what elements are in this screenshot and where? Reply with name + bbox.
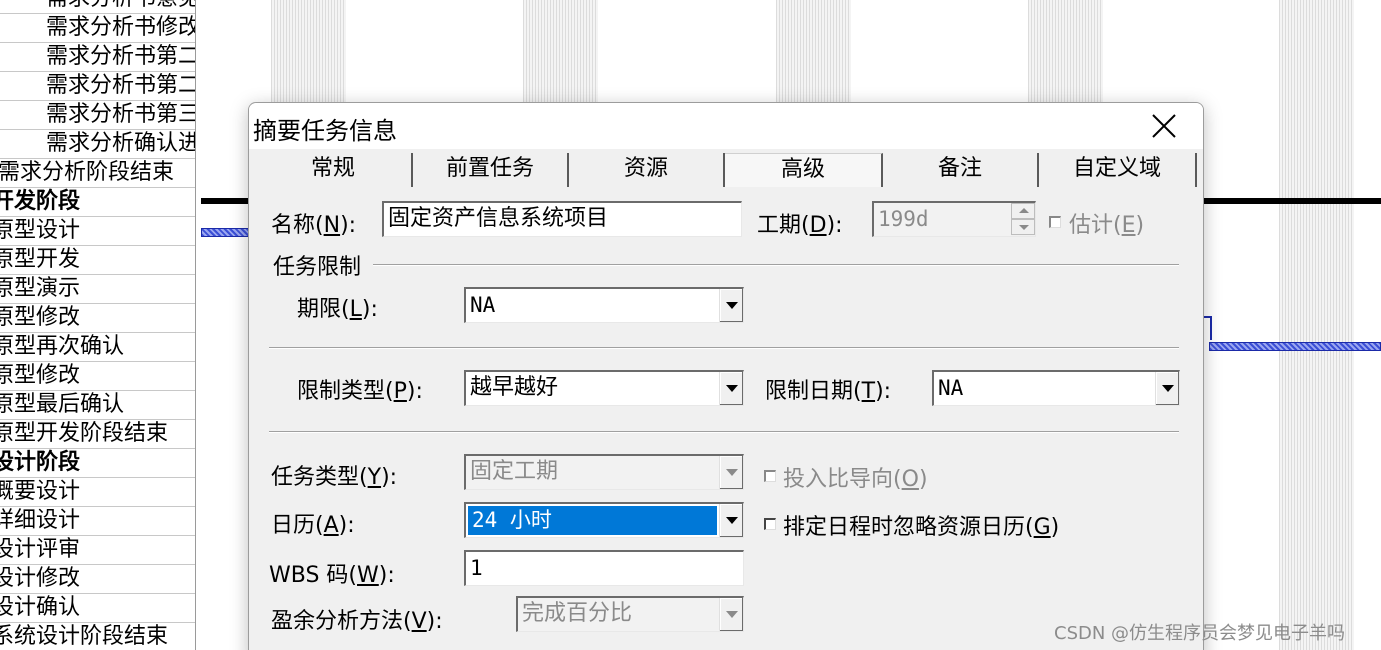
task-row[interactable]: 需求分析书意见 [0, 0, 195, 14]
task-row[interactable]: 需求分析书第二 [0, 72, 195, 101]
task-row[interactable]: 需求分析书第二 [0, 43, 195, 72]
task-row[interactable]: 设计评审 [0, 536, 195, 565]
task-type-label: 任务类型(Y): [271, 465, 398, 490]
deadline-label: 期限(L): [297, 297, 378, 322]
task-row[interactable]: 原型演示 [0, 275, 195, 304]
wbs-code-input[interactable]: 1 [464, 550, 744, 586]
ignore-resource-calendar-label: 排定日程时忽略资源日历(G) [783, 515, 1060, 540]
chevron-down-icon[interactable] [719, 289, 743, 322]
chevron-down-icon[interactable] [719, 504, 743, 537]
gantt-task-bar[interactable] [1209, 342, 1381, 351]
tab-custom-fields[interactable]: 自定义域 [1039, 153, 1197, 187]
estimated-label: 估计(E) [1069, 213, 1145, 238]
task-row[interactable]: 原型修改 [0, 362, 195, 391]
task-row[interactable]: 原型设计 [0, 217, 195, 246]
name-label: 名称(N): [271, 213, 357, 238]
calendar-label: 日历(A): [271, 513, 355, 538]
spin-up-icon[interactable] [1011, 203, 1035, 219]
duration-label: 工期(D): [757, 213, 843, 238]
deadline-combo[interactable]: NA [464, 287, 744, 323]
task-row[interactable]: 需求分析书修改 [0, 14, 195, 43]
task-constraints-group-label: 任务限制 [273, 255, 362, 280]
tab-predecessors[interactable]: 前置任务 [413, 153, 569, 187]
task-row[interactable]: 设计确认 [0, 594, 195, 623]
task-row[interactable]: 需求分析确认进 [0, 130, 195, 159]
gantt-nonworking-stripe [1279, 0, 1354, 650]
ignore-resource-calendar-checkbox[interactable] [764, 518, 776, 530]
chevron-down-icon[interactable] [719, 456, 743, 489]
tab-advanced[interactable]: 高级 [725, 153, 883, 187]
effort-driven-checkbox[interactable] [764, 470, 776, 482]
task-name-column: 需求分析书意见需求分析书修改需求分析书第二需求分析书第二需求分析书第三需求分析确… [0, 0, 196, 650]
app-root: 需求分析书意见需求分析书修改需求分析书第二需求分析书第二需求分析书第三需求分析确… [0, 0, 1381, 650]
chevron-down-icon[interactable] [719, 372, 743, 405]
duration-spin-buttons[interactable] [1011, 203, 1035, 236]
divider [269, 431, 1179, 433]
name-input[interactable]: 固定资产信息系统项目 [382, 201, 742, 237]
chevron-down-icon[interactable] [719, 598, 743, 631]
task-row[interactable]: 原型最后确认 [0, 391, 195, 420]
task-row[interactable]: 开发阶段 [0, 188, 195, 217]
task-row[interactable]: 设计修改 [0, 565, 195, 594]
earned-value-method-combo[interactable]: 完成百分比 [516, 596, 744, 632]
constraint-date-label: 限制日期(T): [765, 379, 892, 404]
tab-general[interactable]: 常规 [255, 153, 413, 187]
chevron-down-icon[interactable] [1155, 372, 1179, 405]
task-row[interactable]: 原型开发 [0, 246, 195, 275]
effort-driven-label: 投入比导向(O) [783, 467, 928, 492]
task-row[interactable]: 原型开发阶段结束 [0, 420, 195, 449]
task-type-combo[interactable]: 固定工期 [464, 454, 744, 490]
close-button[interactable] [1141, 109, 1185, 143]
divider [269, 347, 1179, 349]
estimated-checkbox[interactable] [1049, 216, 1061, 228]
gantt-task-bar[interactable] [201, 228, 251, 237]
constraint-type-combo[interactable]: 越早越好 [464, 370, 744, 406]
duration-spinner[interactable]: 199d [872, 201, 1036, 237]
task-row[interactable]: 设计阶段 [0, 449, 195, 478]
task-row[interactable]: 概要设计 [0, 478, 195, 507]
wbs-code-label: WBS 码(W): [269, 563, 395, 588]
gantt-dependency-line [1210, 316, 1212, 340]
earned-value-method-label: 盈余分析方法(V): [271, 609, 443, 634]
calendar-combo[interactable]: 24 小时 [464, 502, 744, 538]
task-row[interactable]: 详细设计 [0, 507, 195, 536]
spin-down-icon[interactable] [1011, 219, 1035, 235]
task-row[interactable]: 需求分析阶段结束 [0, 159, 195, 188]
constraint-date-combo[interactable]: NA [932, 370, 1180, 406]
dialog-titlebar: 摘要任务信息 [249, 103, 1203, 149]
tab-notes[interactable]: 备注 [883, 153, 1039, 187]
task-row[interactable]: 原型修改 [0, 304, 195, 333]
dialog-title: 摘要任务信息 [253, 117, 397, 145]
tab-strip: 常规 前置任务 资源 高级 备注 自定义域 [249, 149, 1203, 187]
close-icon [1152, 114, 1176, 138]
task-row[interactable]: 需求分析书第三 [0, 101, 195, 130]
summary-task-info-dialog: 摘要任务信息 常规 前置任务 资源 高级 备注 自定义域 名称(N): 固定资产… [248, 102, 1204, 650]
task-row[interactable]: 系统设计阶段结束 [0, 623, 195, 650]
tab-resources[interactable]: 资源 [569, 153, 725, 187]
task-row[interactable]: 原型再次确认 [0, 333, 195, 362]
constraint-type-label: 限制类型(P): [297, 379, 423, 404]
group-divider [373, 264, 1179, 266]
watermark-text: CSDN @仿生程序员会梦见电子羊吗 [1054, 623, 1346, 644]
